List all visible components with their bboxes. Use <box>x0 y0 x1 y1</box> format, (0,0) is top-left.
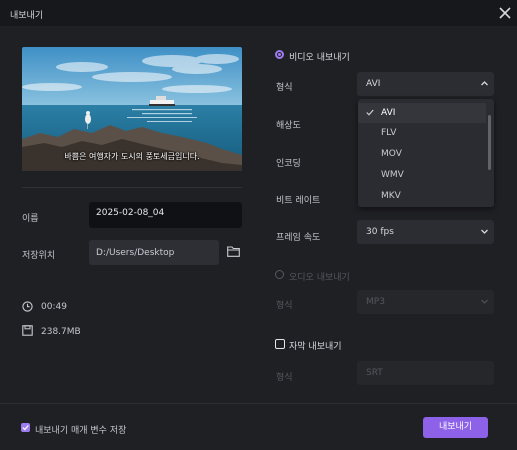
format-option-avi[interactable]: AVI <box>358 103 486 123</box>
audio-format-value: MP3 <box>366 297 385 307</box>
location-label: 저장위치 <box>22 251 56 261</box>
duration-value: 00:49 <box>41 302 67 312</box>
bitrate-label: 비트 레이트 <box>276 196 321 206</box>
export-dialog: 내보내기 바쁨은 여행자가 도시의 풍토세금입니다. 이름 2025-02-08… <box>0 0 517 450</box>
name-input[interactable] <box>96 208 236 218</box>
format-value: AVI <box>366 79 381 89</box>
format-option-label: WMV <box>381 170 404 180</box>
check-icon <box>366 109 374 116</box>
dialog-title: 내보내기 <box>10 11 44 21</box>
chevron-down-icon <box>481 229 488 234</box>
save-icon <box>22 325 33 336</box>
subtitle-export-checkbox[interactable] <box>275 339 285 349</box>
format-option-label: MOV <box>381 149 402 159</box>
chevron-down-icon <box>481 299 488 304</box>
format-select[interactable]: AVI <box>357 72 494 96</box>
save-params-label[interactable]: 내보내기 매개 변수 저장 <box>35 423 126 436</box>
format-option-mkv[interactable]: MKV <box>358 186 486 206</box>
format-option-label: AVI <box>381 108 396 118</box>
format-label: 형식 <box>276 83 293 93</box>
audio-format-select: MP3 <box>357 290 494 314</box>
audio-format-label: 형식 <box>276 301 293 311</box>
size-value: 238.7MB <box>41 327 81 337</box>
clock-icon <box>22 301 33 312</box>
subtitle-format-select: SRT <box>357 361 494 385</box>
title-bar: 내보내기 <box>0 0 517 26</box>
save-params-checkbox[interactable] <box>21 423 30 432</box>
close-icon[interactable] <box>497 5 513 21</box>
video-export-title[interactable]: 비디오 내보내기 <box>289 50 350 63</box>
encoding-label: 인코딩 <box>276 159 301 169</box>
name-field[interactable] <box>89 202 242 228</box>
format-option-label: MKV <box>381 191 401 201</box>
location-field[interactable]: D:/Users/Desktop <box>89 240 219 265</box>
folder-icon[interactable] <box>227 246 240 257</box>
export-button[interactable]: 내보내기 <box>423 417 488 438</box>
video-export-radio[interactable] <box>275 50 284 59</box>
subtitle-export-title[interactable]: 자막 내보내기 <box>289 339 342 352</box>
subtitle-format-label: 형식 <box>276 373 293 383</box>
video-preview: 바쁨은 여행자가 도시의 풍토세금입니다. <box>22 47 242 171</box>
framerate-value: 30 fps <box>366 227 394 237</box>
framerate-label: 프레임 속도 <box>276 233 321 243</box>
footer-divider <box>0 403 517 404</box>
preview-subtitle: 바쁨은 여행자가 도시의 풍토세금입니다. <box>64 152 200 161</box>
format-option-label: FLV <box>381 128 397 138</box>
location-value: D:/Users/Desktop <box>96 248 175 258</box>
chevron-up-icon <box>481 81 488 86</box>
audio-export-radio[interactable] <box>275 270 284 279</box>
check-icon <box>22 425 29 431</box>
format-option-mov[interactable]: MOV <box>358 144 486 164</box>
format-option-wmv[interactable]: WMV <box>358 165 486 185</box>
audio-export-title[interactable]: 오디오 내보내기 <box>289 270 350 283</box>
resolution-label: 해상도 <box>276 121 301 131</box>
dropdown-scrollbar[interactable] <box>488 115 491 170</box>
subtitle-format-value: SRT <box>366 368 383 378</box>
section-divider <box>22 187 242 188</box>
format-option-flv[interactable]: FLV <box>358 123 486 143</box>
framerate-select[interactable]: 30 fps <box>357 220 494 244</box>
name-label: 이름 <box>22 214 39 224</box>
format-dropdown: AVI FLV MOV WMV MKV <box>358 99 494 207</box>
